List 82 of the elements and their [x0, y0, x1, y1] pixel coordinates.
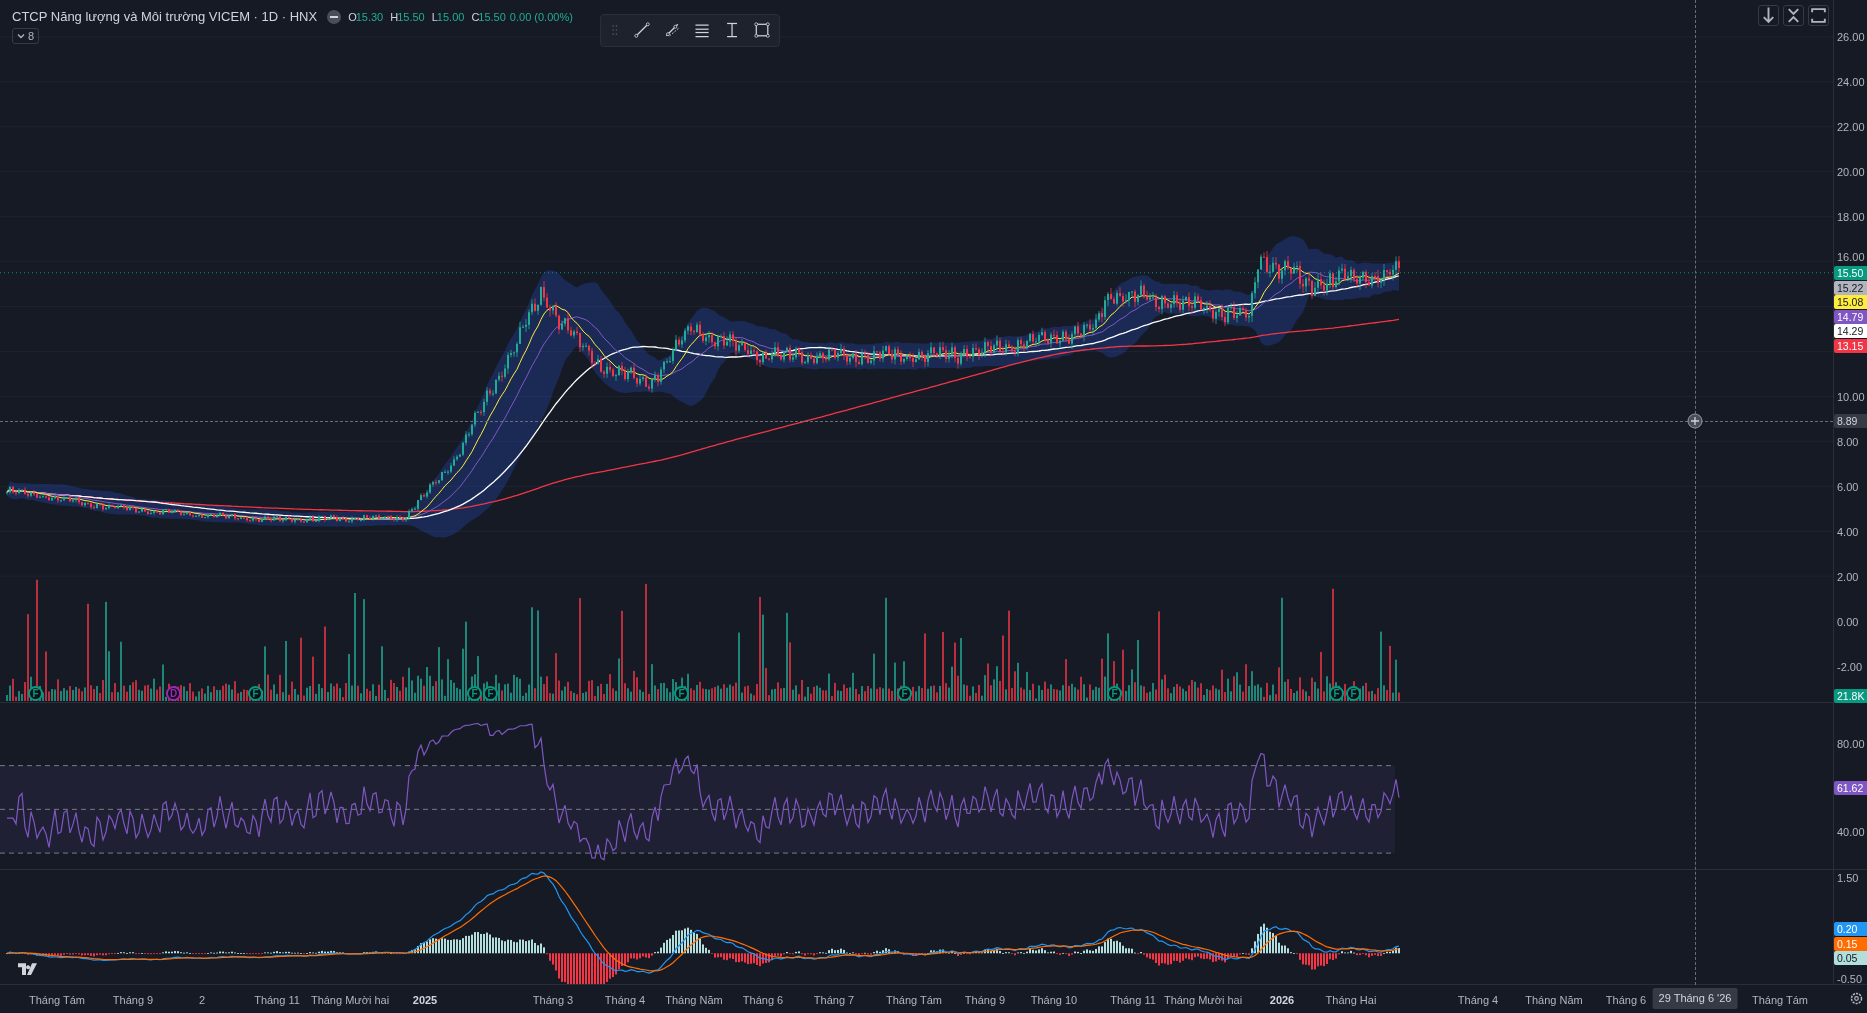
indicators-toggle-button[interactable]: 8 [12, 28, 40, 44]
time-axis-label: 2 [198, 993, 206, 1008]
macd-axis-label: -0.50 [1837, 972, 1863, 986]
event-marker: F [467, 686, 482, 701]
time-axis-label: Tháng Tám [28, 993, 86, 1008]
price-axis-label: 20.00 [1837, 165, 1865, 179]
collapse-button[interactable] [1783, 5, 1804, 26]
price-axis-label: 4.00 [1837, 525, 1859, 539]
event-marker: F [248, 686, 263, 701]
chevron-down-icon [17, 33, 25, 39]
price-axis-label: 6.00 [1837, 480, 1859, 494]
crosshair-price-label: 8.89 [1834, 414, 1867, 428]
time-axis-label: Tháng Tám [885, 993, 943, 1008]
time-axis-label: Tháng 3 [532, 993, 574, 1008]
ohlc-value: 15.30 [355, 9, 384, 25]
crosshair-date-label: 29 Tháng 6 '26 [1652, 988, 1738, 1009]
macd-badge: 0.20 [1834, 922, 1867, 936]
hide-button[interactable] [327, 9, 342, 24]
price-change: 0.00 (0.00%) [509, 9, 573, 25]
event-marker: F [897, 686, 912, 701]
time-axis-label: Tháng Năm [1525, 993, 1583, 1008]
rsi-axis-label: 40.00 [1837, 825, 1865, 839]
volume-badge: 21.8K [1834, 689, 1867, 703]
horizontal-lines-icon[interactable] [692, 21, 711, 40]
time-axis-label: Tháng Hai [1325, 993, 1377, 1008]
time-axis-label: Tháng 11 [254, 993, 300, 1008]
settings-icon[interactable] [1850, 992, 1863, 1005]
price-axis-label: 0.00 [1837, 615, 1859, 629]
down-arrow-button[interactable] [1758, 5, 1779, 26]
plus-circle-icon[interactable] [1687, 413, 1703, 429]
price-axis-label: 2.00 [1837, 570, 1859, 584]
ohlc-label: L [431, 9, 438, 25]
time-axis-label: Tháng 11 [1110, 993, 1156, 1008]
trend-line-icon[interactable] [632, 21, 651, 40]
time-axis-label: Tháng Tám [1751, 993, 1809, 1008]
ohlc-value: 15.00 [436, 9, 465, 25]
rectangle-icon[interactable] [752, 21, 771, 40]
time-axis-label: 2026 [1269, 993, 1295, 1008]
time-axis-label: 2025 [412, 993, 438, 1008]
price-badge: 14.79 [1834, 309, 1867, 324]
time-axis-label: Tháng 6 [742, 993, 784, 1008]
ohlc-label: H [390, 9, 399, 25]
time-axis-label: Tháng 9 [964, 993, 1006, 1008]
ohlc-value: 15.50 [478, 9, 506, 25]
time-axis-label: Tháng Mười hai [310, 993, 390, 1008]
time-axis-label: Tháng 4 [604, 993, 646, 1008]
price-axis-label: 8.00 [1837, 435, 1859, 449]
time-axis-label: Tháng Năm [665, 993, 723, 1008]
maximize-button[interactable] [1808, 5, 1829, 26]
price-badge: 14.29 [1834, 324, 1867, 338]
time-axis-label: Tháng 7 [813, 993, 855, 1008]
event-marker: F [1107, 686, 1122, 701]
event-marker: F [1346, 686, 1361, 701]
price-axis-label: 22.00 [1837, 120, 1865, 134]
ohlc-label: O [348, 9, 357, 25]
price-axis-label: 10.00 [1837, 390, 1865, 404]
maximize-icon [1809, 6, 1828, 25]
time-axis-label: Tháng Mười hai [1163, 993, 1243, 1008]
ohlc-label: C [471, 9, 480, 25]
time-axis-label: Tháng 10 [1030, 993, 1078, 1008]
time-axis-label: Tháng 9 [112, 993, 154, 1008]
price-axis-label: 24.00 [1837, 75, 1865, 89]
time-axis-label: Tháng 6 [1605, 993, 1647, 1008]
macd-axis-label: 1.50 [1837, 871, 1859, 885]
price-axis-label: -2.00 [1837, 660, 1863, 674]
price-badge: 15.22 [1834, 280, 1867, 295]
price-badge: 15.08 [1834, 295, 1867, 309]
time-axis-label: Tháng 4 [1457, 993, 1499, 1008]
rsi-badge: 61.62 [1834, 781, 1867, 795]
price-axis-label: 18.00 [1837, 210, 1865, 224]
logo-icon [18, 963, 37, 976]
price-axis-label: 16.00 [1837, 250, 1865, 264]
rsi-axis-label: 80.00 [1837, 737, 1865, 751]
macd-badge: 0.05 [1834, 951, 1867, 965]
event-marker: F [1329, 686, 1344, 701]
chart-title: CTCP Năng lượng và Môi trường VICEM · 1D · HNX [12, 8, 318, 26]
price-badge: 13.15 [1834, 338, 1867, 353]
ohlc-value: 15.50 [397, 9, 425, 25]
price-axis-label: 26.00 [1837, 30, 1865, 44]
price-badge: 15.50 [1834, 266, 1867, 280]
macd-badge: 0.15 [1834, 936, 1867, 951]
minus-icon [330, 15, 339, 18]
